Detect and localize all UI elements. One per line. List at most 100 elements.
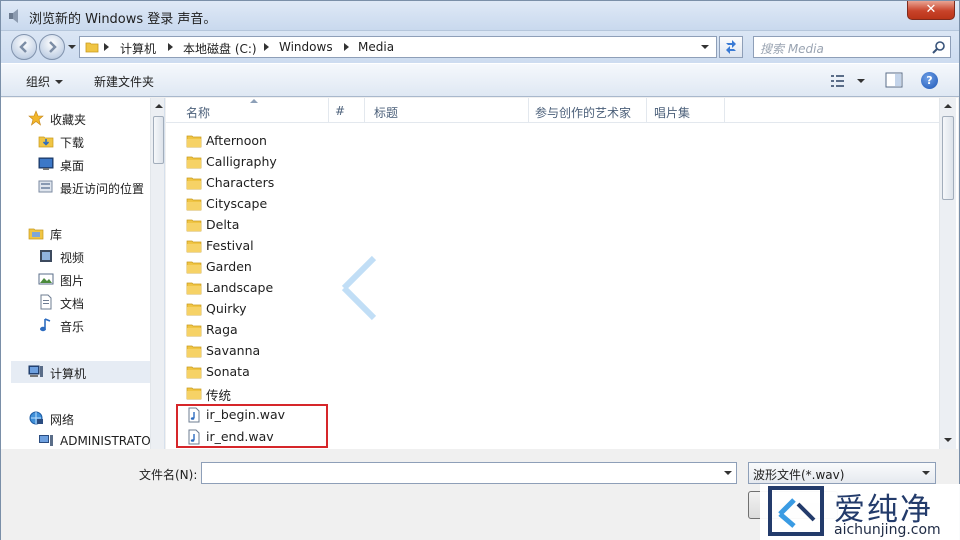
command-toolbar: 组织 新建文件夹 ? (1, 63, 959, 97)
downloads-folder-icon (38, 136, 54, 148)
folder-icon (186, 387, 202, 400)
folder-name: Savanna (206, 343, 261, 358)
column-divider[interactable] (724, 98, 725, 123)
column-divider[interactable] (646, 98, 647, 123)
folder-name: Quirky (206, 301, 247, 316)
column-header-row: 名称 # 标题 参与创作的艺术家 唱片集 (166, 98, 939, 123)
chevron-down-icon[interactable] (724, 471, 732, 475)
folder-name: Sonata (206, 364, 250, 379)
folder-name: Cityscape (206, 196, 268, 211)
folder-icon (85, 42, 99, 53)
nav-documents-label: 文档 (60, 297, 85, 311)
folder-icon (186, 261, 202, 274)
nav-recent-places-label: 最近访问的位置 (60, 182, 145, 196)
breadcrumb-windows[interactable]: Windows (279, 40, 333, 54)
folder-icon (186, 282, 202, 295)
breadcrumb-separator-icon[interactable] (168, 43, 173, 51)
forward-button[interactable] (39, 34, 65, 60)
window-title: 浏览新的 Windows 登录 声音。 (29, 12, 217, 27)
pictures-icon (38, 273, 54, 285)
breadcrumb-local-disk[interactable]: 本地磁盘 (C:) (183, 40, 257, 57)
chevron-down-icon (857, 79, 865, 83)
speaker-icon (9, 9, 18, 23)
nav-downloads-label: 下载 (60, 136, 85, 150)
nav-pictures-label: 图片 (60, 274, 85, 288)
navigation-pane: 收藏夹 下载 桌面 最近访问的位置 库 视频 图片 文档 音乐 计算机 网络 A… (1, 98, 165, 449)
folder-name: Delta (206, 217, 240, 232)
column-title[interactable]: 标题 (374, 104, 398, 121)
column-divider[interactable] (328, 98, 329, 123)
recent-pages-dropdown-icon[interactable] (68, 43, 76, 51)
column-album[interactable]: 唱片集 (654, 104, 690, 121)
music-note-icon (40, 318, 51, 332)
library-icon (28, 228, 44, 240)
scroll-up-icon[interactable] (155, 104, 163, 108)
filename-label: 文件名(N): (139, 468, 198, 482)
close-button[interactable]: ✕ (907, 1, 955, 20)
organize-label: 组织 (26, 75, 51, 89)
folder-name: Afternoon (206, 133, 267, 148)
watermark-logo: 爱纯净 aichunjing.com (760, 484, 960, 540)
folder-icon (186, 135, 202, 148)
breadcrumb-media[interactable]: Media (358, 40, 394, 54)
column-number[interactable]: # (335, 104, 345, 118)
forward-arrow-icon (49, 41, 57, 53)
breadcrumb-separator-icon[interactable] (344, 43, 349, 51)
organize-button[interactable]: 组织 (26, 73, 64, 90)
scroll-down-icon[interactable] (944, 438, 952, 442)
back-button[interactable] (11, 34, 37, 60)
preview-pane-button[interactable] (885, 72, 903, 88)
folder-icon (186, 156, 202, 169)
file-open-dialog: 浏览新的 Windows 登录 声音。 ✕ 计算机 本地磁盘 (C:) Wind… (0, 0, 960, 540)
folder-icon (186, 303, 202, 316)
folder-icon (186, 219, 202, 232)
folder-icon (186, 177, 202, 190)
folder-name: Calligraphy (206, 154, 277, 169)
file-scroll-thumb[interactable] (942, 116, 954, 200)
scroll-up-icon[interactable] (944, 104, 952, 108)
nav-libraries-label: 库 (50, 228, 63, 242)
network-icon (29, 411, 43, 425)
address-bar[interactable]: 计算机 本地磁盘 (C:) Windows Media (79, 36, 717, 58)
search-icon[interactable] (932, 40, 946, 54)
sort-ascending-icon (250, 99, 258, 103)
breadcrumb-separator-icon[interactable] (264, 43, 269, 51)
desktop-icon (38, 157, 54, 170)
back-arrow-icon (19, 41, 27, 53)
watermark-brand-en: aichunjing.com (834, 522, 941, 538)
column-divider[interactable] (528, 98, 529, 123)
address-dropdown-icon[interactable] (696, 37, 714, 57)
nav-scrollbar[interactable] (150, 98, 164, 449)
chevron-down-icon (55, 80, 64, 84)
breadcrumb-computer[interactable]: 计算机 (120, 40, 156, 57)
nav-administrator-label: ADMINISTRATO (60, 434, 151, 448)
close-icon: ✕ (925, 2, 937, 17)
folder-name: Raga (206, 322, 238, 337)
column-artist[interactable]: 参与创作的艺术家 (535, 104, 631, 121)
brand-logo-icon (768, 486, 824, 536)
folder-name: 传统 (206, 388, 232, 403)
help-button[interactable]: ? (921, 72, 938, 89)
breadcrumb-separator-icon[interactable] (104, 43, 109, 51)
views-button[interactable] (829, 73, 869, 89)
details-view-icon (831, 75, 844, 87)
folder-icon (186, 198, 202, 211)
nav-desktop-label: 桌面 (60, 159, 85, 173)
watermark-logo-faint (341, 255, 377, 321)
column-divider[interactable] (364, 98, 365, 123)
column-name[interactable]: 名称 (186, 104, 210, 121)
folder-icon (186, 240, 202, 253)
file-list-scrollbar[interactable] (939, 98, 956, 449)
filetype-select[interactable]: 波形文件(*.wav) (748, 462, 936, 484)
star-icon (28, 110, 44, 126)
filename-input[interactable] (201, 462, 737, 484)
search-input[interactable]: 搜索 Media (753, 36, 951, 58)
refresh-button[interactable] (719, 36, 743, 58)
folder-icon (186, 366, 202, 379)
new-folder-button[interactable]: 新建文件夹 (94, 73, 154, 90)
nav-scroll-thumb[interactable] (153, 116, 164, 164)
folder-name: Garden (206, 259, 252, 274)
highlight-annotation-box (176, 404, 328, 448)
nav-favorites-label: 收藏夹 (50, 113, 87, 127)
computer-icon (39, 435, 53, 446)
